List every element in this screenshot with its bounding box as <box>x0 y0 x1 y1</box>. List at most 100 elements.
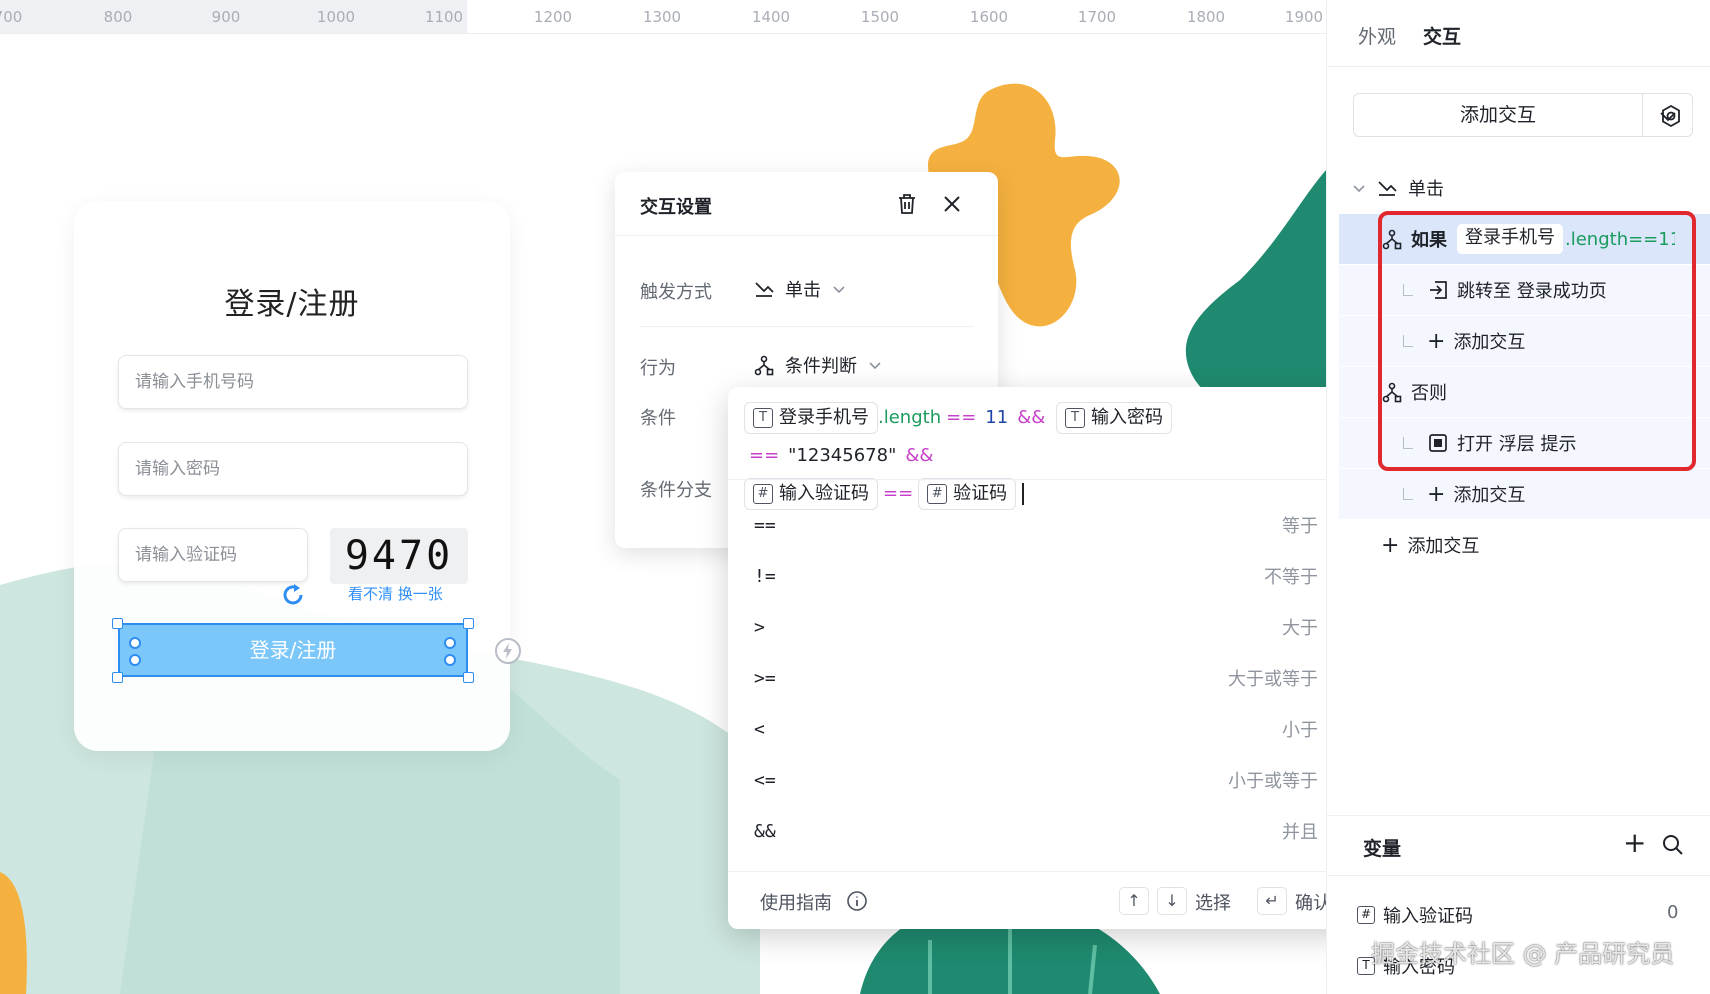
condition-label: 条件 <box>640 408 676 429</box>
trash-icon[interactable] <box>894 191 920 217</box>
branch-icon <box>1382 382 1402 403</box>
if-label: 如果 <box>1411 230 1447 251</box>
green-leaf-shape <box>1185 170 1326 420</box>
layer-icon <box>1429 434 1447 452</box>
attribute-token: .length <box>878 407 942 428</box>
connection-point[interactable] <box>129 637 141 649</box>
tree-add-sub-1[interactable]: + 添加交互 <box>1339 316 1710 366</box>
tree-open-layer-action[interactable]: 打开 浮层 提示 <box>1339 418 1710 468</box>
resize-handle[interactable] <box>463 672 474 683</box>
open-layer-label: 打开 浮层 提示 <box>1457 434 1577 455</box>
tab-appearance[interactable]: 外观 <box>1358 22 1396 49</box>
password-input[interactable]: 请输入密码 <box>118 442 468 496</box>
ruler-tick: 1900 <box>1284 8 1324 26</box>
design-canvas[interactable]: 700 800 900 1000 1100 1200 1300 1400 150… <box>0 0 1326 994</box>
connection-point[interactable] <box>129 654 141 666</box>
operator-option[interactable]: != 不等于 <box>728 551 1326 601</box>
connection-point[interactable] <box>444 654 456 666</box>
jump-icon <box>1430 281 1447 299</box>
operator-description: 大于 <box>1282 618 1318 639</box>
ruler-tick: 1700 <box>1077 8 1117 26</box>
operator-symbol: == <box>754 514 776 536</box>
tree-jump-action[interactable]: 跳转至 登录成功页 <box>1339 265 1710 315</box>
else-label: 否则 <box>1411 383 1447 404</box>
resize-handle[interactable] <box>463 618 474 629</box>
text-type-icon: T <box>1065 408 1085 428</box>
operator-option[interactable]: >= 大于或等于 <box>728 653 1326 703</box>
divider <box>728 479 1326 480</box>
operator-option[interactable]: == 等于 <box>728 500 1326 550</box>
click-icon <box>1378 181 1397 196</box>
refresh-icon[interactable] <box>280 582 306 608</box>
chip-label: 登录手机号 <box>779 407 869 428</box>
connection-point[interactable] <box>444 637 456 649</box>
login-submit-button[interactable]: 登录/注册 <box>118 623 468 677</box>
tab-interaction[interactable]: 交互 <box>1423 22 1461 49</box>
add-interaction-label: 添加交互 <box>1453 332 1526 353</box>
variable-chip[interactable]: T 输入密码 <box>1056 402 1172 434</box>
tree-else-branch[interactable]: 否则 <box>1339 367 1710 417</box>
confirm-hint: 确认 <box>1295 893 1326 914</box>
operator-option[interactable]: && 并且 <box>728 806 1326 856</box>
chevron-down-icon[interactable] <box>1352 181 1366 195</box>
captcha-refresh-link[interactable]: 看不清 换一张 <box>348 583 443 604</box>
jump-label: 跳转至 登录成功页 <box>1457 281 1607 302</box>
tree-connector <box>1403 437 1413 449</box>
login-card[interactable]: 登录/注册 请输入手机号码 请输入密码 请输入验证码 9470 看不清 换一张 … <box>74 201 510 751</box>
resize-handle[interactable] <box>112 618 123 629</box>
tree-event-click[interactable]: 单击 <box>1339 163 1710 213</box>
ruler-tick: 1800 <box>1186 8 1226 26</box>
operator-option[interactable]: <= 小于或等于 <box>728 755 1326 805</box>
select-hint: 选择 <box>1195 893 1231 914</box>
arrow-up-key-icon: ↑ <box>1119 887 1149 915</box>
add-interaction-button[interactable]: 添加交互 <box>1353 93 1643 137</box>
editor-footer: 使用指南 ↑ ↓ 选择 ↵ 确认 <box>728 871 1326 929</box>
tree-add-root[interactable]: + 添加交互 <box>1339 520 1710 570</box>
chevron-down-icon <box>833 286 845 294</box>
action-select[interactable]: 条件判断 <box>753 352 883 378</box>
resize-handle[interactable] <box>112 672 123 683</box>
variable-row[interactable]: # 输入验证码 <box>1357 902 1473 928</box>
add-interaction-label: 添加交互 <box>1453 485 1526 506</box>
dialog-header: 交互设置 <box>615 172 998 236</box>
divider <box>1327 66 1710 67</box>
operator-description: 等于 <box>1282 516 1318 537</box>
operator-symbol: < <box>754 718 765 740</box>
tree-add-sub-2[interactable]: + 添加交互 <box>1339 469 1710 519</box>
inspector-panel: 外观 交互 添加交互 单击 如果 登录手机号 .length==11& <box>1326 0 1710 994</box>
plus-icon: + <box>1381 532 1400 558</box>
if-condition-text: .length==11& <box>1565 228 1675 250</box>
condition-expression[interactable]: T 登录手机号 .length == 11 && T 输入密码 == "12345678" && … <box>744 399 1326 513</box>
variables-title: 变量 <box>1363 838 1402 860</box>
string-token: "12345678" <box>788 445 897 466</box>
plus-icon[interactable]: + <box>1623 826 1646 859</box>
operator-token: == <box>946 407 977 428</box>
ruler-tick: 800 <box>103 8 133 26</box>
gear-icon[interactable] <box>1658 103 1684 129</box>
close-icon[interactable] <box>939 191 965 217</box>
trigger-label: 触发方式 <box>640 282 712 303</box>
operator-option[interactable]: > 大于 <box>728 602 1326 652</box>
number-token: 11 <box>985 407 1009 428</box>
text-type-icon: T <box>753 408 773 428</box>
variable-value: 0 <box>1667 902 1679 923</box>
operator-description: 小于或等于 <box>1228 771 1318 792</box>
operator-symbol: && <box>754 820 776 842</box>
search-icon[interactable] <box>1661 833 1685 857</box>
variable-chip[interactable]: T 登录手机号 <box>744 402 878 434</box>
ruler-tick: 1500 <box>860 8 900 26</box>
operator-symbol: != <box>754 565 776 587</box>
interaction-bolt-icon[interactable] <box>494 637 522 665</box>
tree-if-branch[interactable]: 如果 登录手机号 .length==11& <box>1339 214 1710 264</box>
operator-option[interactable]: < 小于 <box>728 704 1326 754</box>
info-icon[interactable] <box>846 890 868 912</box>
arrow-down-key-icon: ↓ <box>1157 887 1187 915</box>
verification-code-input[interactable]: 请输入验证码 <box>118 528 308 582</box>
captcha-image[interactable]: 9470 <box>330 528 468 584</box>
horizontal-ruler: 700 800 900 1000 1100 1200 1300 1400 150… <box>0 0 1326 34</box>
operator-token: && <box>1017 407 1046 428</box>
usage-guide-link[interactable]: 使用指南 <box>760 889 832 915</box>
action-label: 行为 <box>640 358 676 379</box>
trigger-select[interactable]: 单击 <box>753 276 847 302</box>
phone-input[interactable]: 请输入手机号码 <box>118 355 468 409</box>
